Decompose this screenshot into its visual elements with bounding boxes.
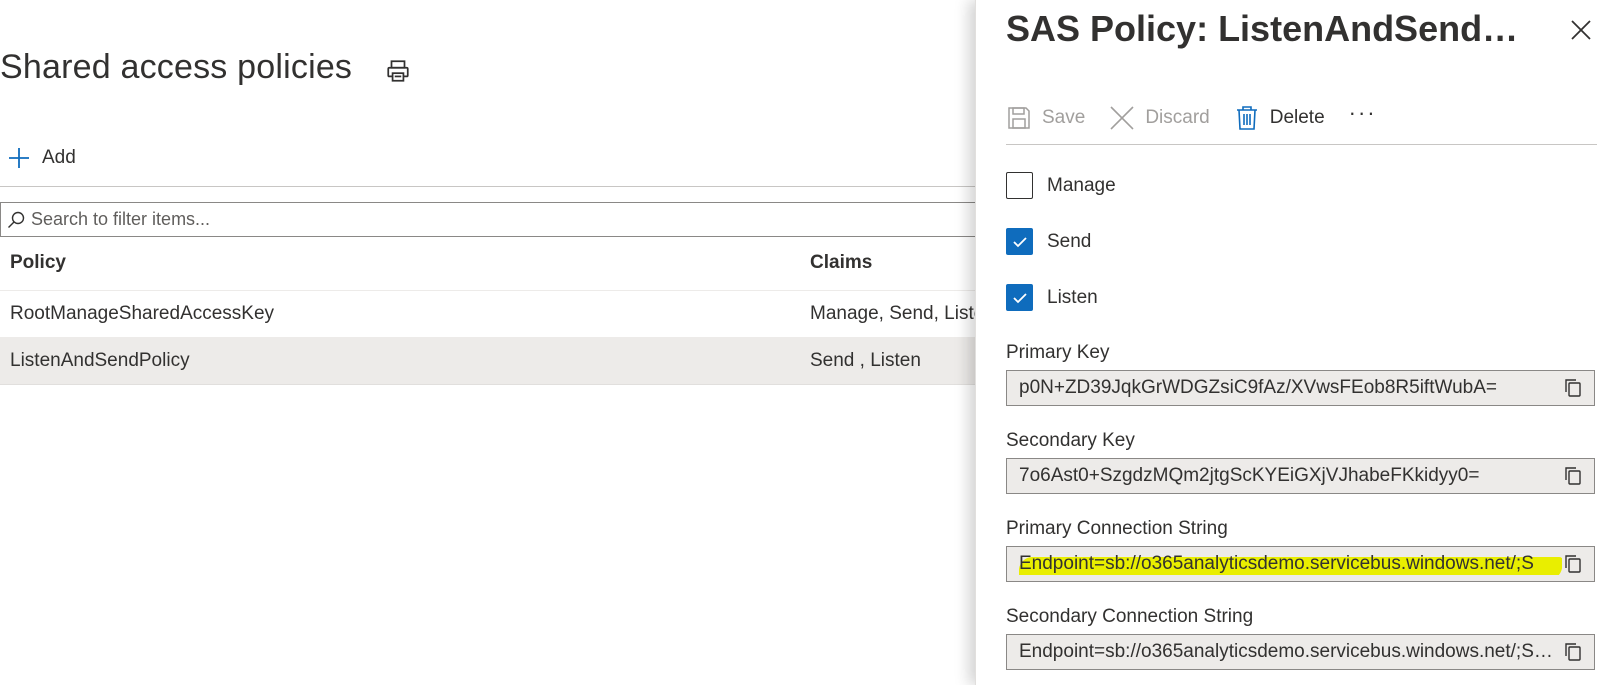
print-icon[interactable] (385, 58, 411, 84)
copy-icon[interactable] (1562, 641, 1584, 663)
policy-name[interactable]: ListenAndSendPolicy (10, 350, 190, 372)
secondary-key-label: Secondary Key (1006, 430, 1135, 451)
delete-label: Delete (1269, 107, 1325, 128)
checkmark-icon (1012, 236, 1027, 247)
copy-icon[interactable] (1562, 377, 1584, 399)
checkbox-box[interactable] (1006, 284, 1033, 311)
search-box (0, 202, 975, 237)
add-policy-button[interactable]: Add (8, 144, 76, 172)
secondary-key-field[interactable]: 7o6Ast0+SzgdzMQm2jtgScKYEiGXjVJhabeFKkid… (1006, 458, 1595, 494)
secondary-key-value[interactable]: 7o6Ast0+SzgdzMQm2jtgScKYEiGXjVJhabeFKkid… (1019, 465, 1479, 486)
save-icon (1008, 107, 1030, 129)
checkbox-box[interactable] (1006, 228, 1033, 255)
discard-button[interactable]: Discard (1109, 105, 1210, 131)
column-header-claims[interactable]: Claims (810, 252, 872, 274)
trash-icon (1236, 106, 1257, 130)
close-button[interactable] (1569, 18, 1593, 42)
checkbox-listen[interactable]: Listen (1006, 284, 1098, 311)
more-options-button[interactable]: ··· (1349, 100, 1377, 126)
save-label: Save (1042, 107, 1086, 128)
command-bar-divider (0, 186, 975, 187)
primary-key-value[interactable]: p0N+ZD39JqkGrWDGZsiC9fAz/XVwsFEob8R5iftW… (1019, 377, 1497, 398)
close-icon (1571, 20, 1591, 40)
add-label: Add (42, 147, 76, 168)
page: Shared access policies Add Search to fil… (0, 0, 1602, 685)
plus-icon (9, 148, 29, 168)
table-header: Policy Claims (0, 243, 975, 291)
checkbox-label: Listen (1047, 286, 1098, 308)
column-header-policy[interactable]: Policy (10, 252, 66, 274)
policy-name[interactable]: RootManageSharedAccessKey (10, 303, 274, 325)
discard-label: Discard (1145, 107, 1210, 128)
blade-toolbar: Save Discard Delete ··· (1006, 100, 1377, 136)
save-button[interactable]: Save (1006, 105, 1085, 131)
policy-claims: Manage, Send, Listen (810, 303, 995, 324)
toolbar-divider (1006, 144, 1597, 145)
checkbox-send[interactable]: Send (1006, 228, 1091, 255)
sas-policy-blade: SAS Policy: ListenAndSendPolicy Save Dis… (975, 0, 1602, 685)
table-row[interactable]: ListenAndSendPolicy Send , Listen (0, 338, 975, 385)
secondary-connection-string-field[interactable]: Endpoint=sb://o365analyticsdemo.serviceb… (1006, 634, 1595, 670)
secondary-connection-string-value[interactable]: Endpoint=sb://o365analyticsdemo.serviceb… (1019, 641, 1562, 662)
checkbox-box[interactable] (1006, 172, 1033, 199)
table-row[interactable]: RootManageSharedAccessKey Manage, Send, … (0, 291, 995, 338)
secondary-connection-string-label: Secondary Connection String (1006, 606, 1254, 627)
checkbox-manage[interactable]: Manage (1006, 172, 1116, 199)
policies-table: Policy Claims RootManageSharedAccessKey … (0, 243, 995, 385)
search-input[interactable] (31, 209, 931, 230)
discard-icon (1110, 106, 1134, 130)
checkmark-icon (1012, 292, 1027, 303)
policy-claims: Send , Listen (810, 350, 921, 371)
primary-connection-string-value[interactable]: Endpoint=sb://o365analyticsdemo.serviceb… (1019, 553, 1562, 574)
checkbox-label: Manage (1047, 174, 1116, 196)
search-icon (8, 211, 25, 228)
primary-key-label: Primary Key (1006, 342, 1110, 363)
copy-icon[interactable] (1562, 465, 1584, 487)
primary-connection-string-label: Primary Connection String (1006, 518, 1228, 539)
blade-title: SAS Policy: ListenAndSendPolicy (1006, 8, 1526, 49)
copy-icon[interactable] (1562, 553, 1584, 575)
primary-key-field[interactable]: p0N+ZD39JqkGrWDGZsiC9fAz/XVwsFEob8R5iftW… (1006, 370, 1595, 406)
checkbox-label: Send (1047, 230, 1092, 252)
primary-connection-string-field[interactable]: Endpoint=sb://o365analyticsdemo.serviceb… (1006, 546, 1595, 582)
page-title: Shared access policies (0, 48, 353, 86)
delete-button[interactable]: Delete (1234, 105, 1325, 131)
policies-blade: Shared access policies Add Search to fil… (0, 0, 995, 685)
